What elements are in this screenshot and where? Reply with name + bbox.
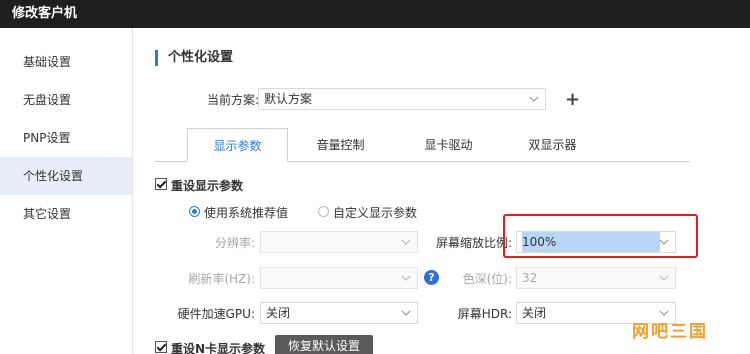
gpu-accel-select[interactable]: 关闭 bbox=[260, 302, 418, 324]
color-depth-label: 色深(位): bbox=[462, 272, 512, 286]
window-title: 修改客户机 bbox=[0, 0, 750, 28]
chevron-down-icon bbox=[529, 96, 539, 102]
highlight-annotation bbox=[503, 214, 698, 258]
chevron-down-icon bbox=[659, 275, 669, 281]
reset-n-card-checkbox[interactable] bbox=[155, 341, 167, 353]
restore-default-button[interactable]: 恢复默认设置 bbox=[275, 335, 374, 354]
tab-volume[interactable]: 音量控制 bbox=[293, 128, 388, 162]
refresh-label: 刷新率(HZ): bbox=[188, 272, 255, 286]
sidebar-item-pnp[interactable]: PNP设置 bbox=[0, 119, 132, 157]
sidebar-item-personalization[interactable]: 个性化设置 bbox=[0, 157, 132, 195]
tab-gpu-driver[interactable]: 显卡驱动 bbox=[401, 128, 496, 162]
color-depth-select[interactable]: 32 bbox=[516, 267, 676, 289]
resolution-select[interactable] bbox=[260, 231, 418, 253]
color-depth-value: 32 bbox=[522, 271, 538, 285]
watermark: 网吧三国 bbox=[632, 322, 708, 342]
refresh-select[interactable] bbox=[260, 267, 418, 289]
chevron-down-icon bbox=[401, 275, 411, 281]
sidebar-item-diskless[interactable]: 无盘设置 bbox=[0, 81, 132, 119]
reset-display-checkbox[interactable] bbox=[155, 178, 167, 190]
tab-dual-monitor[interactable]: 双显示器 bbox=[505, 128, 600, 162]
scheme-label: 当前方案: bbox=[206, 93, 259, 107]
tab-display[interactable]: 显示参数 bbox=[187, 128, 288, 162]
sidebar-item-other[interactable]: 其它设置 bbox=[0, 195, 132, 233]
radio-custom[interactable] bbox=[318, 206, 329, 217]
chevron-down-icon bbox=[401, 310, 411, 316]
scale-label: 屏幕缩放比例: bbox=[435, 236, 512, 250]
sidebar: 基础设置 无盘设置 PNP设置 个性化设置 其它设置 bbox=[0, 28, 133, 354]
reset-n-card-label: 重设N卡显示参数 bbox=[171, 342, 266, 354]
hdr-value: 关闭 bbox=[522, 306, 547, 320]
add-scheme-button[interactable]: + bbox=[565, 91, 580, 109]
scheme-select[interactable]: 默认方案 bbox=[258, 88, 546, 110]
hdr-label: 屏幕HDR: bbox=[457, 307, 512, 321]
reset-display-label: 重设显示参数 bbox=[171, 179, 244, 193]
gpu-accel-value: 关闭 bbox=[266, 306, 291, 320]
resolution-label: 分辨率: bbox=[214, 236, 255, 250]
gpu-accel-label: 硬件加速GPU: bbox=[177, 307, 255, 321]
main-content: 个性化设置 当前方案: 默认方案 + 显示参数 音量控制 显卡驱动 双显示器 重… bbox=[133, 28, 750, 354]
radio-system-recommended[interactable] bbox=[189, 206, 200, 217]
chevron-down-icon bbox=[401, 239, 411, 245]
radio-custom-label: 自定义显示参数 bbox=[333, 206, 418, 220]
radio-system-label: 使用系统推荐值 bbox=[204, 206, 289, 220]
sidebar-item-basic[interactable]: 基础设置 bbox=[0, 43, 132, 81]
section-title: 个性化设置 bbox=[155, 50, 233, 66]
scheme-value: 默认方案 bbox=[264, 92, 313, 106]
